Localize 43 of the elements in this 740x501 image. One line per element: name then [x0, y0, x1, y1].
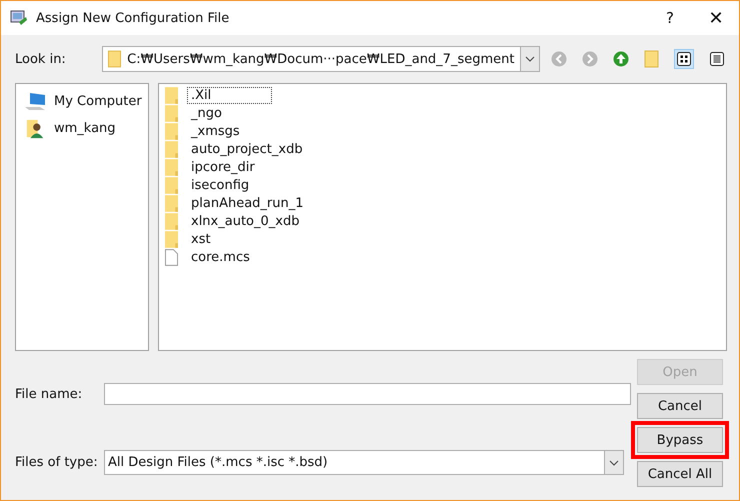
file-item[interactable]: auto_project_xdb [187, 140, 307, 158]
details-view-button[interactable] [707, 49, 727, 69]
look-in-label: Look in: [15, 52, 67, 66]
close-button[interactable]: ✕ [693, 8, 739, 28]
list-view-button[interactable] [674, 49, 694, 69]
folder-icon [165, 86, 178, 104]
file-name-field[interactable] [104, 383, 631, 405]
folder-icon [165, 176, 178, 194]
file-item[interactable]: xst [187, 230, 215, 248]
folder-icon [165, 212, 178, 230]
file-item[interactable]: .Xil [187, 86, 272, 104]
folder-icon [165, 140, 178, 158]
file-icon [165, 248, 178, 266]
computer-icon [24, 92, 46, 112]
file-name-label: File name: [15, 386, 84, 402]
folder-icon [165, 104, 178, 122]
dialog-button[interactable]: Cancel All [637, 461, 723, 487]
dialog-button[interactable]: Cancel [637, 393, 723, 419]
file-item[interactable]: planAhead_run_1 [187, 194, 308, 212]
file-type-label: Files of type: [15, 455, 99, 470]
folder-icon[interactable] [643, 50, 661, 68]
app-icon [10, 9, 28, 27]
file-item[interactable]: iseconfig [187, 176, 254, 194]
place-item[interactable]: My Computer [54, 94, 142, 109]
file-type-dropdown[interactable]: All Design Files (*.mcs *.isc *.bsd) [104, 450, 624, 475]
file-item[interactable]: xlnx_auto_0_xdb [187, 212, 304, 230]
folder-icon [108, 50, 122, 68]
file-item[interactable]: _xmsgs [187, 122, 244, 140]
file-item[interactable]: _ngo [187, 104, 226, 122]
place-item[interactable]: wm_kang [54, 121, 116, 136]
caret-icon [525, 56, 535, 62]
window-title: Assign New Configuration File [36, 10, 230, 26]
look-in-dropdown[interactable]: C:₩Users₩wm_kang₩Docum···pace₩LED_and_7_segment [102, 46, 540, 72]
folder-icon [165, 230, 178, 248]
file-item[interactable]: core.mcs [187, 248, 254, 266]
folder-icon [165, 194, 178, 212]
dialog-button[interactable]: Bypass [637, 427, 723, 453]
caret-icon [609, 460, 619, 466]
file-item[interactable]: ipcore_dir [187, 158, 259, 176]
help-button[interactable]: ? [647, 9, 693, 27]
folder-icon [165, 122, 178, 140]
folder-icon [165, 158, 178, 176]
user-folder-icon [24, 118, 46, 138]
